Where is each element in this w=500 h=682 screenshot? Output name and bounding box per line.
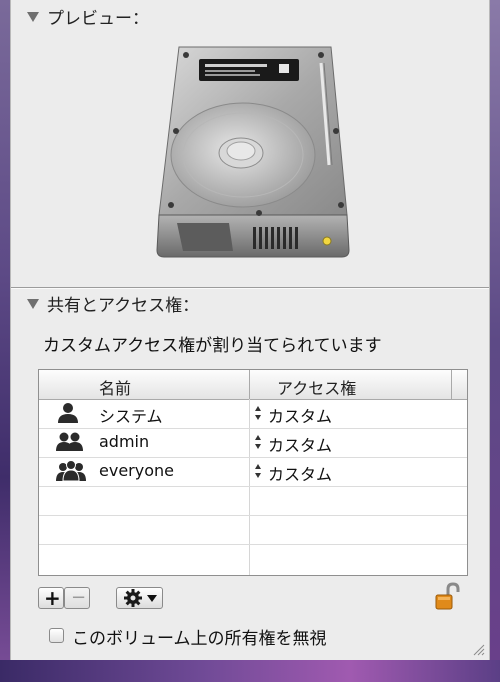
permissions-table[interactable]: 名前 アクセス権 システム カスタム admin カスタム everyone カ… — [38, 369, 468, 576]
info-panel: プレビュー： 共有とアクセス権： カスタムアクセス権が割り当てられています 名前… — [10, 0, 490, 660]
popup-stepper-icon[interactable] — [254, 463, 262, 479]
row-name: admin — [99, 432, 150, 451]
action-menu-button[interactable] — [116, 587, 163, 609]
table-row-empty — [39, 515, 467, 545]
table-row-empty — [39, 486, 467, 516]
row-access[interactable]: カスタム — [268, 432, 332, 456]
column-separator — [249, 370, 250, 399]
table-row[interactable]: everyone カスタム — [39, 457, 467, 487]
permissions-status-text: カスタムアクセス権が割り当てられています — [43, 336, 382, 356]
ignore-ownership-checkbox[interactable] — [49, 628, 64, 643]
column-header-name[interactable]: 名前 — [99, 375, 131, 399]
resize-grip-icon[interactable] — [471, 642, 485, 656]
row-access[interactable]: カスタム — [268, 461, 332, 485]
preview-header[interactable]: プレビュー： — [27, 4, 149, 29]
hard-drive-preview — [156, 46, 350, 258]
desktop-background-bottom — [0, 660, 500, 682]
table-row[interactable]: システム カスタム — [39, 399, 467, 429]
everyone-user-icon — [56, 460, 86, 482]
table-row[interactable]: admin カスタム — [39, 428, 467, 458]
disclosure-triangle-icon[interactable] — [27, 299, 39, 309]
section-divider-highlight — [11, 288, 489, 289]
ignore-ownership-label[interactable]: このボリューム上の所有権を無視 — [72, 624, 327, 649]
row-access[interactable]: カスタム — [268, 403, 332, 427]
disclosure-triangle-icon[interactable] — [27, 12, 39, 22]
gear-icon — [124, 589, 142, 607]
sharing-header[interactable]: 共有とアクセス権： — [27, 291, 199, 316]
preview-title: プレビュー： — [47, 9, 149, 29]
table-header: 名前 アクセス権 — [39, 370, 467, 400]
unlocked-padlock-icon[interactable] — [433, 582, 463, 612]
chevron-down-icon — [147, 595, 157, 602]
row-name: システム — [99, 407, 163, 426]
row-name: everyone — [99, 461, 174, 480]
column-separator — [451, 370, 452, 399]
popup-stepper-icon[interactable] — [254, 405, 262, 421]
popup-stepper-icon[interactable] — [254, 434, 262, 450]
group-user-icon — [56, 432, 83, 451]
single-user-icon — [58, 403, 78, 423]
column-header-access[interactable]: アクセス権 — [277, 375, 356, 399]
add-user-button[interactable]: + — [38, 586, 64, 610]
sharing-title: 共有とアクセス権： — [47, 296, 200, 316]
add-label: + — [44, 586, 61, 610]
remove-label: − — [71, 587, 87, 608]
remove-user-button[interactable]: − — [64, 587, 90, 609]
desktop-background-left — [0, 0, 10, 682]
